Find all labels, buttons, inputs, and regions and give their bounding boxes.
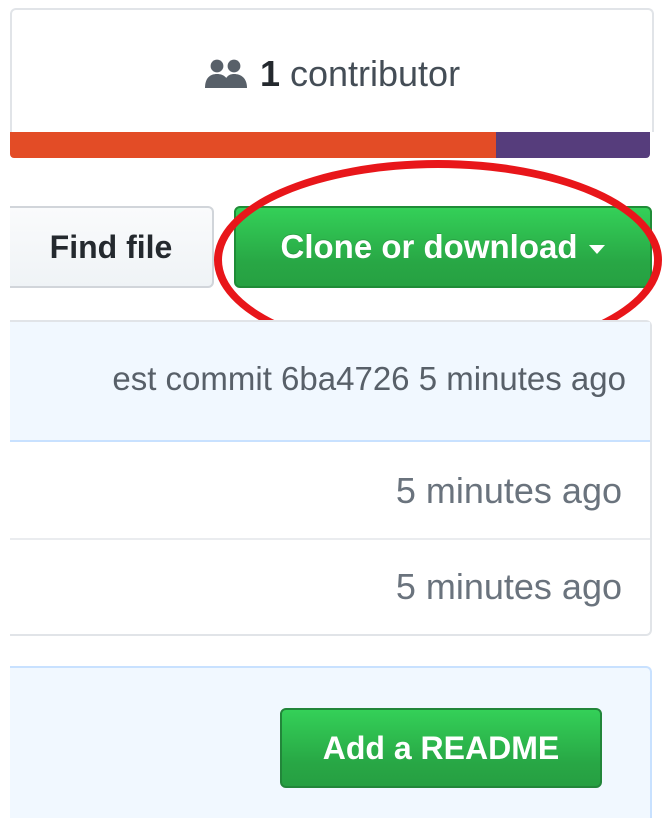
add-readme-button[interactable]: Add a README [280,708,602,788]
clone-or-download-button[interactable]: Clone or download [234,206,652,288]
contributors-summary[interactable]: 1 contributor [10,48,654,100]
add-readme-label: Add a README [322,729,560,766]
file-row-time[interactable]: 5 minutes ago [396,470,622,512]
language-segment[interactable] [10,132,497,158]
row-divider [10,538,650,540]
contributor-count: 1 [259,53,280,94]
language-bar[interactable] [10,132,650,158]
caret-down-icon [589,244,606,254]
file-row-time[interactable]: 5 minutes ago [396,566,622,608]
find-file-button[interactable]: Find file [10,206,214,288]
language-segment[interactable] [496,132,650,158]
people-icon [204,59,247,88]
contributor-label: contributor [289,53,461,94]
clone-label: Clone or download [280,228,578,265]
latest-commit-text[interactable]: est commit 6ba4726 5 minutes ago [112,360,626,398]
find-file-label: Find file [49,228,173,265]
